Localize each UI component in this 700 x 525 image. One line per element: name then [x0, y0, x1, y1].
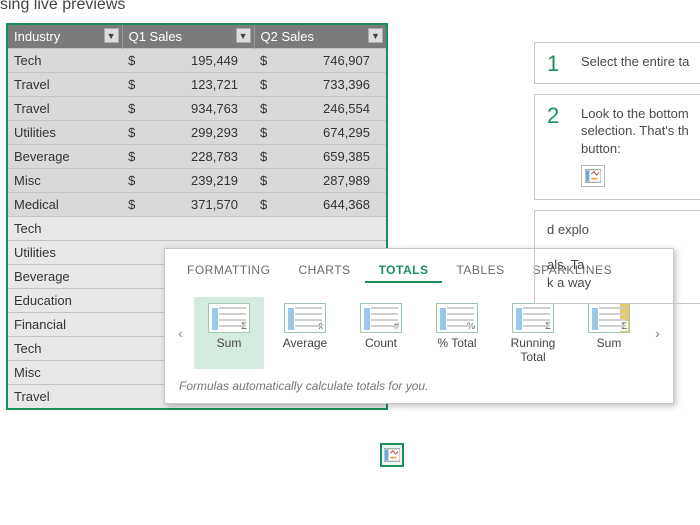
table-row[interactable]: Medical$371,570$644,368	[8, 193, 386, 217]
instruction-steps: 1 Select the entire ta 2 Look to the bot…	[534, 42, 700, 314]
cell-q1: 371,570	[141, 193, 254, 217]
step-1: 1 Select the entire ta	[534, 42, 700, 84]
cell-cur: $	[122, 97, 141, 121]
table-row[interactable]: Misc$239,219$287,989	[8, 169, 386, 193]
table-row[interactable]: Travel$934,763$246,554	[8, 97, 386, 121]
quick-analysis-icon-sample	[581, 165, 605, 187]
cell-industry: Utilities	[8, 241, 122, 265]
cell-q1: 123,721	[141, 73, 254, 97]
step-number: 2	[547, 103, 559, 129]
step-2: 2 Look to the bottom selection. That's t…	[534, 94, 700, 201]
cell-q2: 746,907	[273, 49, 386, 73]
cell-q1: 239,219	[141, 169, 254, 193]
cell-cur: $	[254, 73, 273, 97]
option-thumbnail-icon: %	[436, 303, 478, 333]
filter-dropdown-icon[interactable]: ▼	[104, 28, 119, 43]
filter-dropdown-icon[interactable]: ▼	[236, 28, 251, 43]
cell-industry: Beverage	[8, 265, 122, 289]
cell-industry: Tech	[8, 217, 122, 241]
cell-industry: Misc	[8, 169, 122, 193]
option-label: % Total	[422, 337, 492, 351]
cell-cur: $	[254, 193, 273, 217]
cell-cur: $	[254, 169, 273, 193]
cell-cur: $	[122, 169, 141, 193]
option-label: Count	[346, 337, 416, 351]
option-count[interactable]: # Count	[346, 297, 416, 369]
tab-totals[interactable]: TOTALS	[365, 259, 443, 283]
tab-charts[interactable]: CHARTS	[284, 259, 364, 283]
col-q2[interactable]: Q2 Sales▼	[254, 25, 386, 49]
step-number: 1	[547, 51, 559, 77]
cell-q2: 733,396	[273, 73, 386, 97]
quick-analysis-icon	[384, 448, 400, 462]
option-%-total[interactable]: % % Total	[422, 297, 492, 369]
cell-q2: 659,385	[273, 145, 386, 169]
option-label: Sum	[574, 337, 644, 351]
option-label: Sum	[194, 337, 264, 351]
tab-formatting[interactable]: FORMATTING	[173, 259, 284, 283]
option-thumbnail-icon: Σ	[208, 303, 250, 333]
cell-q2: 287,989	[273, 169, 386, 193]
col-industry[interactable]: Industry▼	[8, 25, 122, 49]
cell-q1: 228,783	[141, 145, 254, 169]
cell-industry: Travel	[8, 73, 122, 97]
step-text: Look to the bottom selection. That's th …	[581, 105, 700, 158]
step-text: Select the entire ta	[581, 53, 700, 71]
table-row[interactable]: Travel$123,721$733,396	[8, 73, 386, 97]
quick-analysis-button[interactable]	[380, 443, 404, 467]
cell-cur: $	[254, 97, 273, 121]
step-3: d explo als, Ta k a way	[534, 210, 700, 304]
cell-cur: $	[122, 73, 141, 97]
option-average[interactable]: x̄ Average	[270, 297, 340, 369]
cell-industry: Beverage	[8, 145, 122, 169]
tab-tables[interactable]: TABLES	[442, 259, 518, 283]
cell-industry: Tech	[8, 337, 122, 361]
cell-industry: Travel	[8, 385, 122, 409]
col-q1[interactable]: Q1 Sales▼	[122, 25, 254, 49]
cell-industry: Utilities	[8, 121, 122, 145]
cell-cur: $	[254, 49, 273, 73]
cell-q1: 299,293	[141, 121, 254, 145]
filter-dropdown-icon[interactable]: ▼	[368, 28, 383, 43]
cell-industry: Travel	[8, 97, 122, 121]
callout-hint: Formulas automatically calculate totals …	[173, 373, 665, 395]
cell-cur: $	[254, 121, 273, 145]
page-title: sing live previews	[0, 0, 125, 14]
cell-industry: Financial	[8, 313, 122, 337]
cell-q2: 674,295	[273, 121, 386, 145]
cell-cur: $	[122, 145, 141, 169]
cell-q1: 195,449	[141, 49, 254, 73]
cell-cur: $	[122, 49, 141, 73]
cell-cur: $	[254, 145, 273, 169]
cell-q2: 246,554	[273, 97, 386, 121]
scroll-left-arrow-icon[interactable]: ‹	[173, 303, 188, 363]
cell-industry: Tech	[8, 49, 122, 73]
cell-cur: $	[122, 121, 141, 145]
cell-industry: Education	[8, 289, 122, 313]
step-text: d explo als, Ta k a way	[547, 221, 700, 291]
cell-q2: 644,368	[273, 193, 386, 217]
table-row[interactable]: Beverage$228,783$659,385	[8, 145, 386, 169]
option-thumbnail-icon: #	[360, 303, 402, 333]
cell-industry: Misc	[8, 361, 122, 385]
cell-cur: $	[122, 193, 141, 217]
option-sum[interactable]: Σ Sum	[194, 297, 264, 369]
table-row[interactable]: Utilities$299,293$674,295	[8, 121, 386, 145]
cell-q1: 934,763	[141, 97, 254, 121]
table-header: Industry▼ Q1 Sales▼ Q2 Sales▼	[8, 25, 386, 49]
option-label: Running Total	[498, 337, 568, 365]
table-row[interactable]: Tech$195,449$746,907	[8, 49, 386, 73]
table-row[interactable]: Tech	[8, 217, 386, 241]
option-label: Average	[270, 337, 340, 351]
option-thumbnail-icon: x̄	[284, 303, 326, 333]
cell-industry: Medical	[8, 193, 122, 217]
